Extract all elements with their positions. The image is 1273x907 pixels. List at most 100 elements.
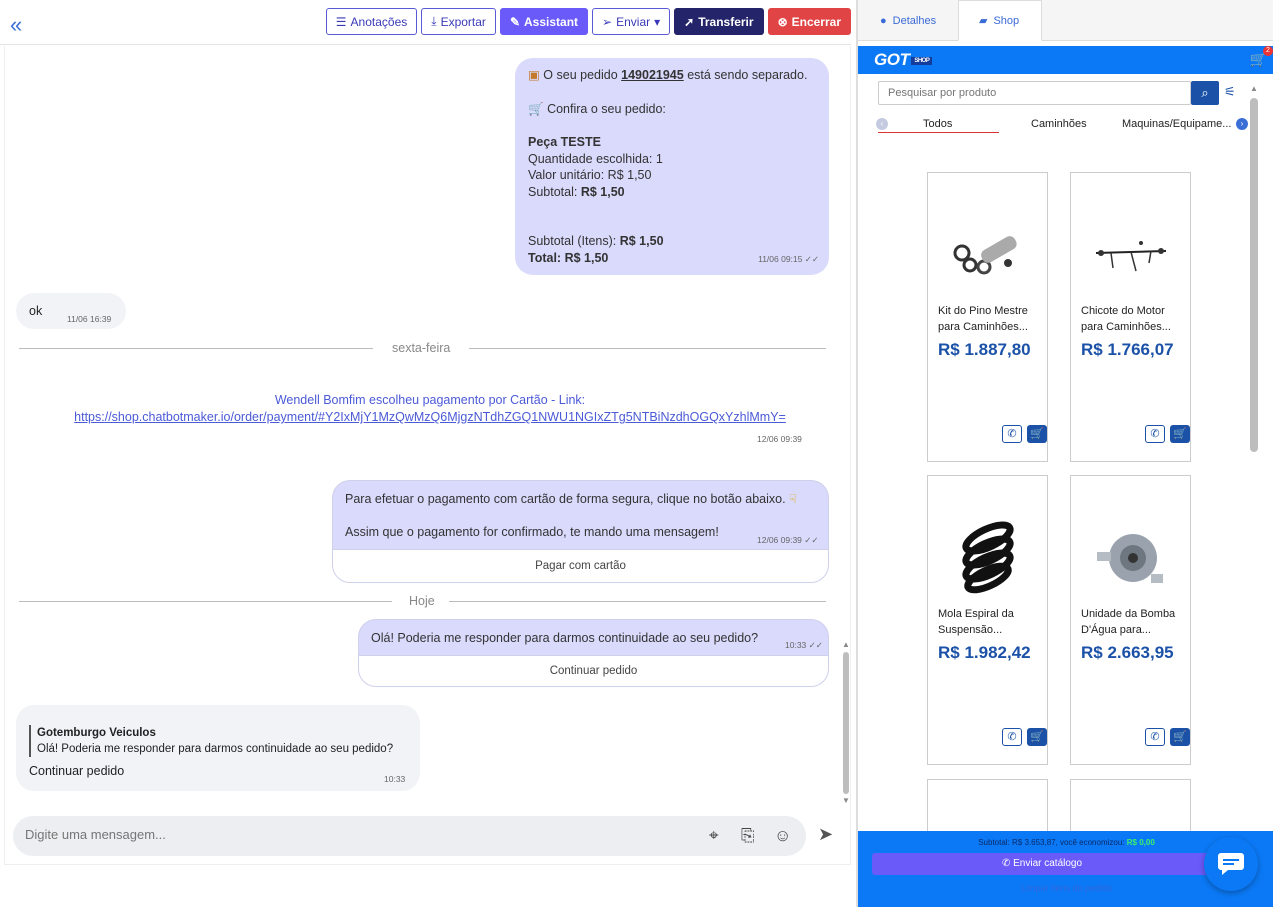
product-name: Kit do Pino Mestre para Caminhões... [938,305,1028,333]
product-search-input[interactable] [888,87,1178,99]
header-divider [0,44,851,45]
transferir-button[interactable]: ➚ Transferir [674,8,764,35]
scroll-down-arrow[interactable]: ▼ [842,796,850,805]
search-icon: ⌕ [1201,85,1209,100]
send-message-icon[interactable]: ➤ [818,824,833,845]
cart-icon: ▰ [979,15,988,27]
order-id-link[interactable]: 149021945 [621,68,684,82]
product-card[interactable] [927,779,1048,839]
product-image [1095,241,1167,272]
product-image [962,521,1014,594]
continue-order-button[interactable]: Continuar pedido [359,655,828,686]
add-to-cart-icon[interactable]: 🛒 [1170,728,1190,746]
enviar-button[interactable]: ➢ Enviar ▾ [592,8,671,35]
product-name: Chicote do Motor para Caminhões... [1081,305,1171,333]
caret-down-icon: ▾ [654,14,661,29]
order-quantity: Quantidade escolhida: 1 [528,151,663,166]
date-separator-line [449,601,826,602]
scroll-up-arrow[interactable]: ▲ [842,640,850,649]
message-input[interactable] [25,827,625,842]
paperclip-icon[interactable]: ⎘ [741,826,755,846]
date-separator: sexta-feira [392,341,451,355]
shop-scrollbar[interactable] [1250,98,1258,452]
send-icon: ➢ [602,14,613,29]
list-icon: ☰ [335,14,347,29]
send-catalog-button[interactable]: ✆ Enviar catálogo [872,853,1212,875]
whatsapp-icon[interactable]: ✆ [1145,728,1165,746]
date-separator-line [19,601,392,602]
shop-pane: ●Detalhes ▰Shop GOTSHOP 🛒 2 ⌕ ⚟ ‹ Todos … [856,0,1273,907]
exportar-button[interactable]: ⤓ Exportar [421,8,496,35]
search-button[interactable]: ⌕ [1191,81,1219,105]
product-name: Unidade da Bomba D'Água para... [1081,608,1176,636]
payment-notice: Wendell Bomfim escolheu pagamento por Ca… [20,392,840,426]
pointing-down-icon: ☟ [789,492,797,506]
transfer-icon: ➚ [684,14,695,29]
close-circle-icon: ⊗ [777,14,788,29]
tab-detalhes[interactable]: ● Detalhes [860,0,956,41]
whatsapp-icon[interactable]: ✆ [1002,728,1022,746]
incoming-message: ok 11/06 16:39 [16,293,126,329]
whatsapp-icon[interactable]: ✆ [1002,425,1022,443]
continue-order-message: Olá! Poderia me responder para darmos co… [358,619,829,687]
product-name: Mola Espiral da Suspensão... [938,608,1014,636]
filter-icon[interactable]: ⚟ [1224,84,1236,100]
incoming-reply-message: Gotemburgo Veiculos Olá! Poderia me resp… [16,705,420,791]
quoted-message: Gotemburgo Veiculos Olá! Poderia me resp… [29,725,393,757]
cart-count-badge: 2 [1263,46,1273,56]
card-payment-message: Para efetuar o pagamento com cartão de f… [332,480,829,583]
order-message: ▣ O seu pedido 149021945 está sendo sepa… [515,58,829,275]
shop-logo: GOT SHOP [874,50,933,70]
download-icon: ⤓ [431,14,437,28]
add-to-cart-icon[interactable]: 🛒 [1027,425,1047,443]
product-card[interactable]: Unidade da Bomba D'Água para... R$ 2.663… [1070,475,1191,765]
assistant-button[interactable]: ✎ Assistant [499,8,589,35]
product-price: R$ 2.663,95 [1081,643,1174,662]
magic-wand-icon: ✎ [509,14,520,29]
chevron-left-icon[interactable]: ‹ [876,118,888,130]
chat-pane: « ☰ Anotações ⤓ Exportar ✎ Assistant ➢ Envia… [0,0,856,907]
clear-order-link[interactable]: Limpar itens do pedido [858,883,1273,893]
package-icon: ▣ [528,68,540,82]
location-pin-icon[interactable]: ⌖ [709,826,719,846]
message-composer: ⌖ ⎘ ☺ [13,816,806,856]
category-todos[interactable]: Todos [923,118,952,130]
chat-scrollbar[interactable] [843,652,849,794]
add-to-cart-icon[interactable]: 🛒 [1170,425,1190,443]
double-check-icon: ✓✓ [804,253,819,264]
date-separator-line [469,348,826,349]
product-search [878,81,1191,105]
right-tabs: ● Detalhes ▰ Shop [858,0,1273,41]
date-separator-line [19,348,373,349]
product-image [1097,534,1163,583]
add-to-cart-icon[interactable]: 🛒 [1027,728,1047,746]
chevron-right-icon[interactable]: › [1236,118,1248,130]
chat-fab-button[interactable] [1204,837,1258,891]
category-tabs: ‹ Todos Caminhões Maquinas/Equipame... › [876,116,1248,136]
product-card[interactable]: Chicote do Motor para Caminhões... R$ 1.… [1070,172,1191,462]
product-price: R$ 1.766,07 [1081,340,1174,359]
whatsapp-icon[interactable]: ✆ [1145,425,1165,443]
scroll-up-arrow[interactable]: ▲ [1250,84,1258,93]
anotacoes-button[interactable]: ☰ Anotações [325,8,418,35]
tab-shop[interactable]: ▰ Shop [958,0,1042,41]
category-caminhoes[interactable]: Caminhões [1031,118,1087,130]
product-price: R$ 1.982,42 [938,643,1031,662]
cart-icon: 🛒 [528,102,544,116]
encerrar-button[interactable]: ⊗ Encerrar [767,8,851,35]
double-check-icon: ✓✓ [804,535,819,545]
category-maquinas[interactable]: Maquinas/Equipame... [1122,118,1231,130]
date-separator: Hoje [409,594,435,608]
payment-link[interactable]: https://shop.chatbotmaker.io/order/payme… [20,409,840,426]
pay-with-card-button[interactable]: Pagar com cartão [333,549,828,582]
product-card[interactable]: Kit do Pino Mestre para Caminhões... R$ … [927,172,1048,462]
product-card[interactable]: Mola Espiral da Suspensão... R$ 1.982,42… [927,475,1048,765]
whatsapp-icon: ✆ [1001,858,1011,869]
double-check-icon: ✓✓ [808,640,823,650]
product-card[interactable] [1070,779,1191,839]
collapse-sidebar-button[interactable]: « [10,14,22,36]
product-price: R$ 1.887,80 [938,340,1031,359]
shop-header: GOT SHOP 🛒 2 [858,46,1273,74]
emoji-icon[interactable]: ☺ [774,826,791,846]
chat-bubble-icon [1218,853,1244,875]
